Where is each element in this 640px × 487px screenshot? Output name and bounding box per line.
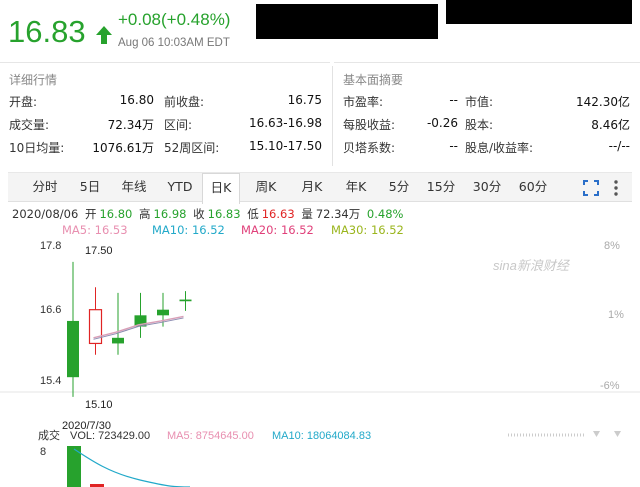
detail-row: 10日均量: 1076.61万 52周区间: 15.10-17.50	[0, 139, 330, 159]
candlestick-chart[interactable]: 17.8 16.6 15.4 8% 1% -6% sina新浪财经 17.50 …	[0, 237, 640, 487]
value-pe: --	[449, 93, 458, 107]
low-price-label: 15.10	[85, 399, 113, 411]
y-tick-mid: 16.6	[40, 304, 61, 316]
detail-row: 成交量: 72.34万 区间: 16.63-16.98	[0, 116, 330, 136]
value-range: 16.63-16.98	[248, 116, 322, 130]
tab-60min[interactable]: 60分	[513, 173, 553, 203]
volume-axis-tick: 8	[40, 446, 46, 458]
label-beta: 贝塔系数:	[343, 141, 396, 155]
value-shares: 8.46亿	[591, 118, 630, 132]
tab-yearly-line[interactable]: 年线	[112, 173, 156, 203]
tab-monthly-k[interactable]: 月K	[292, 173, 332, 203]
pct-tick-mid: 1%	[608, 309, 624, 321]
value-prev-close: 16.75	[287, 93, 322, 107]
label-10d-avg-volume: 10日均量:	[9, 141, 65, 155]
tab-30min[interactable]: 30分	[467, 173, 507, 203]
close-label: 收	[193, 207, 205, 221]
volume-ma10-value: MA10: 18064084.83	[272, 430, 371, 442]
tab-daily-k[interactable]: 日K	[202, 173, 240, 204]
expand-caret-icon[interactable]	[614, 431, 621, 437]
label-shares: 股本:	[465, 118, 494, 132]
open-label: 开	[84, 207, 97, 221]
fullscreen-icon[interactable]	[582, 179, 600, 197]
tab-5day[interactable]: 5日	[70, 173, 110, 203]
more-vertical-icon[interactable]	[612, 179, 620, 197]
redacted-block	[256, 4, 438, 39]
ma5-label: MA5: 16.53	[62, 223, 128, 237]
label-volume: 成交量:	[9, 118, 50, 132]
value-eps: -0.26	[426, 116, 458, 130]
value-52w-range: 15.10-17.50	[248, 139, 322, 153]
tab-ytd[interactable]: YTD	[158, 173, 202, 203]
candle-body[interactable]	[179, 299, 192, 302]
tab-5min[interactable]: 5分	[382, 173, 416, 203]
last-price: 16.83	[8, 14, 86, 49]
label-open: 开盘:	[9, 95, 38, 109]
value-volume: 72.34万	[107, 118, 154, 132]
volume-ma5-value: MA5: 8754645.00	[167, 430, 254, 442]
sina-watermark: sina新浪财经	[493, 258, 571, 273]
label-range: 区间:	[164, 118, 193, 132]
high-label: 高	[139, 207, 151, 221]
ma10-label: MA10: 16.52	[152, 223, 225, 237]
tab-weekly-k[interactable]: 周K	[246, 173, 286, 203]
tab-intraday[interactable]: 分时	[22, 173, 68, 203]
fundamentals-panel: 基本面摘要 市盈率: -- 市值: 142.30亿 每股收益: -0.26 股本…	[334, 62, 640, 168]
volume-label: 量	[301, 207, 313, 221]
label-prev-close: 前收盘:	[164, 95, 205, 109]
fundamentals-title: 基本面摘要	[343, 73, 404, 87]
ohlc-info: 2020/08/06 开 16.80 高 16.98 收 16.83 低 16.63 量…	[12, 206, 406, 222]
quote-time: Aug 06 10:03AM EDT	[118, 37, 230, 49]
label-eps: 每股收益:	[343, 118, 396, 132]
ma20-label: MA20: 16.52	[241, 223, 314, 237]
low-label: 低	[247, 207, 259, 221]
volume-value: 72.34万	[315, 207, 361, 221]
volume-vol-value: VOL: 723429.00	[70, 430, 150, 442]
value-open: 16.80	[119, 93, 154, 107]
quote-header: 16.83 +0.08(+0.48%) Aug 06 10:03AM EDT	[0, 0, 640, 60]
candle-body[interactable]	[112, 337, 124, 344]
value-market-cap: 142.30亿	[576, 95, 630, 109]
high-value: 16.98	[153, 207, 187, 221]
percent-change: 0.48%	[366, 207, 404, 221]
fundamentals-row: 贝塔系数: -- 股息/收益率: --/--	[334, 139, 640, 159]
candle-body[interactable]	[67, 320, 79, 378]
y-tick-low: 15.4	[40, 375, 61, 387]
chart-period-tabs: 分时 5日 年线 YTD 日K 周K 月K 年K 5分 15分 30分 60分	[8, 172, 632, 204]
detail-quote-panel: 详细行情 开盘: 16.80 前收盘: 16.75 成交量: 72.34万 区间…	[0, 62, 330, 168]
value-dividend-yield: --/--	[608, 139, 630, 153]
collapse-caret-icon[interactable]	[593, 431, 600, 437]
detail-title: 详细行情	[9, 73, 58, 87]
pct-tick-low: -6%	[600, 380, 620, 392]
candle-body[interactable]	[157, 309, 169, 316]
price-change: +0.08(+0.48%)	[118, 10, 231, 29]
high-price-label: 17.50	[85, 245, 113, 257]
tab-15min[interactable]: 15分	[421, 173, 461, 203]
y-tick-high: 17.8	[40, 240, 61, 252]
value-10d-avg-volume: 1076.61万	[92, 141, 154, 155]
low-value: 16.63	[261, 207, 295, 221]
label-pe: 市盈率:	[343, 95, 384, 109]
detail-row: 开盘: 16.80 前收盘: 16.75	[0, 93, 330, 113]
label-52w-range: 52周区间:	[164, 141, 220, 155]
label-dividend-yield: 股息/收益率:	[465, 141, 534, 155]
redacted-block	[446, 0, 632, 24]
volume-ma-line	[73, 448, 191, 487]
volume-section-label: 成交	[38, 428, 60, 442]
tab-yearly-k[interactable]: 年K	[336, 173, 376, 203]
up-arrow-icon	[96, 26, 112, 44]
close-value: 16.83	[207, 207, 241, 221]
fundamentals-row: 市盈率: -- 市值: 142.30亿	[334, 93, 640, 113]
value-beta: --	[449, 139, 458, 153]
pct-tick-high: 8%	[604, 240, 620, 252]
fundamentals-row: 每股收益: -0.26 股本: 8.46亿	[334, 116, 640, 136]
open-value: 16.80	[99, 207, 133, 221]
ohlc-date: 2020/08/06	[12, 207, 79, 221]
label-market-cap: 市值:	[465, 95, 494, 109]
ma30-label: MA30: 16.52	[331, 223, 404, 237]
panel-divider	[332, 66, 333, 166]
